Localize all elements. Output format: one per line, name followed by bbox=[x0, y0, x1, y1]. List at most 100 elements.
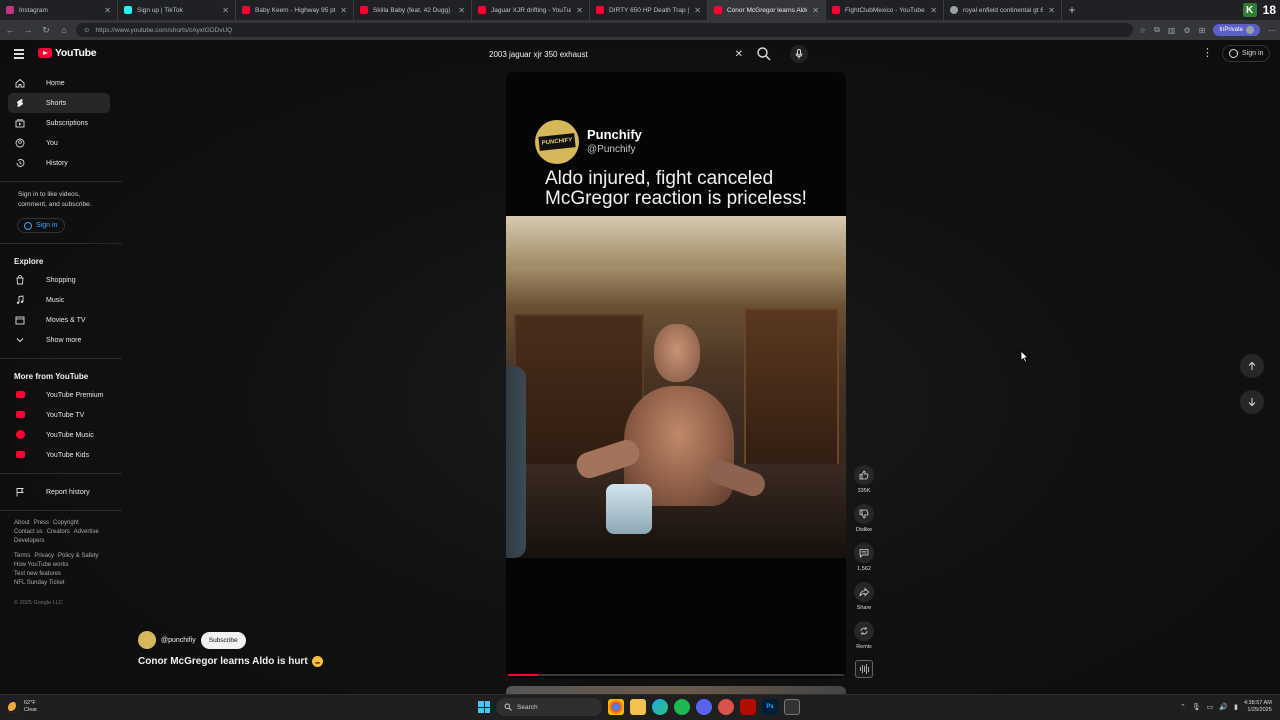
footer-link-about[interactable]: About bbox=[14, 520, 30, 526]
footer-link-developers[interactable]: Developers bbox=[14, 538, 44, 544]
sidebar-sign-in-button[interactable]: Sign in bbox=[17, 218, 65, 233]
footer-link-privacy[interactable]: Privacy bbox=[34, 553, 54, 559]
forward-icon[interactable]: → bbox=[22, 25, 34, 35]
dislike-button[interactable]: Dislike bbox=[852, 504, 876, 543]
comments-button[interactable]: 1,562 bbox=[852, 543, 876, 582]
channel-handle[interactable]: @punchifiy bbox=[161, 637, 196, 644]
close-icon[interactable]: ✕ bbox=[340, 6, 347, 15]
footer-link-advertise[interactable]: Advertise bbox=[74, 529, 99, 535]
settings-icon[interactable]: ⚙ bbox=[1183, 26, 1190, 35]
volume-icon[interactable]: 🔊 bbox=[1219, 703, 1228, 711]
short-title[interactable]: Conor McGregor learns Aldo is hurt bbox=[138, 656, 323, 667]
share-button[interactable]: Share bbox=[852, 582, 876, 621]
remix-button[interactable]: Remix bbox=[852, 621, 876, 660]
previous-short-button[interactable] bbox=[1240, 354, 1264, 378]
extension-badge-icon[interactable]: K bbox=[1242, 3, 1257, 17]
terminal-app-icon[interactable] bbox=[784, 699, 800, 715]
discord-app-icon[interactable] bbox=[696, 699, 712, 715]
back-icon[interactable]: ← bbox=[4, 25, 16, 35]
sidebar-item-youtube-tv[interactable]: YouTube TV bbox=[8, 405, 110, 425]
system-clock[interactable]: 4:38:57 AM 1/25/2025 bbox=[1244, 700, 1272, 714]
collections-icon[interactable]: ⊞ bbox=[1199, 26, 1206, 35]
footer-link-policy[interactable]: Policy & Safety bbox=[58, 553, 98, 559]
browser-tab[interactable]: Skilla Baby (feat. 42 Dugg) - Went... ✕ bbox=[354, 0, 472, 20]
close-icon[interactable]: ✕ bbox=[576, 6, 583, 15]
youtube-logo[interactable]: YouTube bbox=[38, 47, 97, 59]
acrobat-app-icon[interactable] bbox=[740, 699, 756, 715]
voice-search-button[interactable] bbox=[790, 45, 808, 63]
address-bar[interactable]: ⊙ https://www.youtube.com/shorts/cAyxIGD… bbox=[76, 23, 1133, 37]
inprivate-badge[interactable]: InPrivate bbox=[1213, 24, 1260, 36]
footer-link-how-youtube-works[interactable]: How YouTube works bbox=[14, 562, 68, 568]
app-icon[interactable] bbox=[718, 699, 734, 715]
sidebar-item-youtube-kids[interactable]: YouTube Kids bbox=[8, 445, 110, 465]
microphone-icon[interactable]: 🎙 bbox=[1192, 703, 1201, 711]
network-icon[interactable]: ▭ bbox=[1207, 703, 1214, 711]
close-icon[interactable]: ✕ bbox=[222, 6, 229, 15]
browser-tab[interactable]: FightClubMexico - YouTube ✕ bbox=[826, 0, 944, 20]
home-icon[interactable]: ⌂ bbox=[58, 25, 70, 35]
menu-icon[interactable] bbox=[14, 49, 24, 61]
clear-search-icon[interactable]: ✕ bbox=[735, 49, 743, 60]
footer-link-copyright[interactable]: Copyright bbox=[53, 520, 79, 526]
sidebar-item-movies[interactable]: Movies & TV bbox=[8, 310, 110, 330]
audio-track-button[interactable] bbox=[855, 660, 873, 678]
video-frame[interactable] bbox=[506, 216, 846, 558]
browser-tab[interactable]: Sign up | TikTok ✕ bbox=[118, 0, 236, 20]
shorts-player[interactable]: PUNCHIFY Punchify @Punchify Aldo injured… bbox=[506, 72, 846, 678]
sidebar-item-shorts[interactable]: Shorts bbox=[8, 93, 110, 113]
search-icon[interactable] bbox=[756, 46, 772, 62]
subscribe-button[interactable]: Subscribe bbox=[200, 631, 246, 649]
taskbar-search[interactable]: Search bbox=[496, 698, 602, 716]
browser-tab[interactable]: Baby Keem - Highway 95 pt. 2 (Of... ✕ bbox=[236, 0, 354, 20]
footer-link-contact[interactable]: Contact us bbox=[14, 529, 43, 535]
sidebar-item-home[interactable]: Home bbox=[8, 73, 110, 93]
browser-tab[interactable]: DIRTY 650 HP Death Trap | Big Tu... ✕ bbox=[590, 0, 708, 20]
close-icon[interactable]: ✕ bbox=[104, 6, 111, 15]
footer-link-creators[interactable]: Creators bbox=[47, 529, 70, 535]
search-input[interactable]: 2003 jaguar xjr 350 exhaust ✕ bbox=[480, 44, 752, 64]
settings-kebab-icon[interactable]: ⋮ bbox=[1202, 48, 1213, 59]
close-icon[interactable]: ✕ bbox=[930, 6, 937, 15]
sidebar-item-shopping[interactable]: Shopping bbox=[8, 270, 110, 290]
browser-tab-active[interactable]: Conor McGregor learns Aldo... ✕ bbox=[708, 0, 826, 20]
chrome-app-icon[interactable] bbox=[608, 699, 624, 715]
browser-menu-icon[interactable]: ⋯ bbox=[1268, 26, 1276, 35]
browser-tab[interactable]: Instagram ✕ bbox=[0, 0, 118, 20]
close-icon[interactable]: ✕ bbox=[812, 6, 819, 15]
sidebar-item-history[interactable]: History bbox=[8, 153, 110, 173]
footer-link-nfl[interactable]: NFL Sunday Ticket bbox=[14, 580, 64, 586]
browser-tab[interactable]: royal enfield continental gt 650 b... ✕ bbox=[944, 0, 1062, 20]
site-info-icon[interactable]: ⊙ bbox=[84, 26, 89, 34]
reload-icon[interactable]: ↻ bbox=[40, 25, 52, 36]
like-button[interactable]: 335K bbox=[852, 465, 876, 504]
spotify-app-icon[interactable] bbox=[674, 699, 690, 715]
sidebar-item-show-more[interactable]: Show more bbox=[8, 330, 110, 350]
battery-icon[interactable]: ▮ bbox=[1234, 703, 1238, 711]
favorite-star-icon[interactable]: ☆ bbox=[1139, 26, 1146, 35]
split-screen-icon[interactable]: ▥ bbox=[1168, 26, 1176, 35]
channel-avatar[interactable] bbox=[138, 631, 156, 649]
file-explorer-icon[interactable] bbox=[630, 699, 646, 715]
close-icon[interactable]: ✕ bbox=[1048, 6, 1055, 15]
next-short-button[interactable] bbox=[1240, 390, 1264, 414]
sidebar-item-subscriptions[interactable]: Subscriptions bbox=[8, 113, 110, 133]
extensions-icon[interactable]: ⧉ bbox=[1154, 25, 1160, 35]
photoshop-app-icon[interactable]: Ps bbox=[762, 699, 778, 715]
sidebar-item-report-history[interactable]: Report history bbox=[8, 482, 110, 502]
footer-link-press[interactable]: Press bbox=[34, 520, 49, 526]
sidebar-item-you[interactable]: You bbox=[8, 133, 110, 153]
close-icon[interactable]: ✕ bbox=[458, 6, 465, 15]
windows-start-icon[interactable] bbox=[478, 701, 490, 713]
sign-in-button[interactable]: Sign in bbox=[1222, 45, 1271, 62]
footer-link-terms[interactable]: Terms bbox=[14, 553, 30, 559]
browser-tab[interactable]: Jaguar XJR drifting - YouTube ✕ bbox=[472, 0, 590, 20]
footer-link-test-features[interactable]: Test new features bbox=[14, 571, 61, 577]
sidebar-item-youtube-premium[interactable]: YouTube Premium bbox=[8, 385, 110, 405]
close-icon[interactable]: ✕ bbox=[694, 6, 701, 15]
new-tab-button[interactable]: + bbox=[1062, 0, 1082, 20]
video-progress-bar[interactable] bbox=[508, 674, 844, 676]
sidebar-item-music[interactable]: Music bbox=[8, 290, 110, 310]
weather-widget[interactable]: 62°F Clear bbox=[8, 700, 37, 714]
edge-app-icon[interactable] bbox=[652, 699, 668, 715]
